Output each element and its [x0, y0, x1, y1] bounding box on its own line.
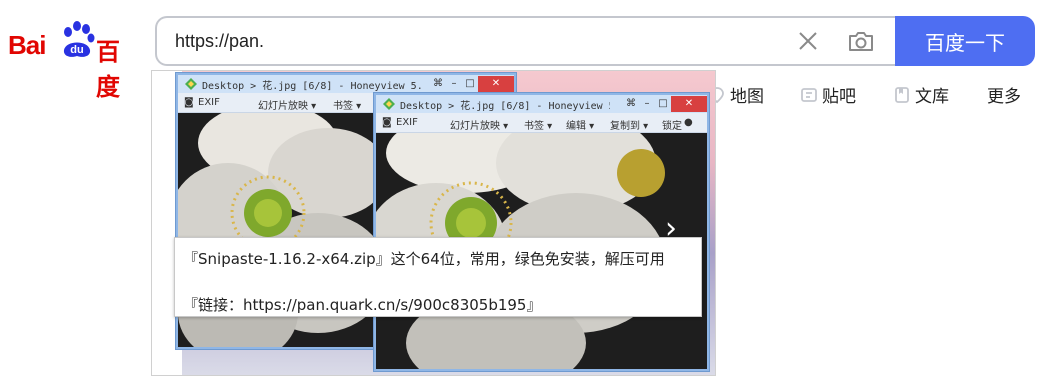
search-box: [155, 16, 897, 66]
toolbar-lock[interactable]: 锁定: [662, 117, 682, 132]
toolbar-exif[interactable]: EXIF: [396, 117, 418, 128]
nav-link-map[interactable]: 地图: [708, 82, 764, 107]
minimize-button[interactable]: –: [446, 76, 462, 92]
camera-small-icon: ◙: [382, 117, 392, 128]
toolbar-bookmark[interactable]: 书签 ▾: [333, 97, 361, 112]
search-input[interactable]: [175, 18, 735, 64]
close-button[interactable]: ✕: [478, 76, 514, 92]
app-icon: [185, 78, 197, 90]
nav-label-tieba: 贴吧: [822, 87, 856, 107]
nav-link-tieba[interactable]: 贴吧: [800, 82, 856, 107]
nav-label-map: 地图: [730, 87, 764, 107]
window-toolbar: ◙ EXIF 幻灯片放映 ▾ 书签 ▾ 编辑 ▾ 复制到 ▾ 锁定 ●: [376, 113, 707, 133]
window-title: Desktop > 花.jpg [6/8] - Honeyview 5.5...: [400, 101, 610, 112]
pin-icon[interactable]: ⌘: [623, 96, 639, 112]
caption-line-2: 『链接：https://pan.quark.cn/s/900c8305b195』: [183, 296, 542, 314]
close-button[interactable]: ✕: [671, 96, 707, 112]
toolbar-copy-to[interactable]: 复制到 ▾: [610, 117, 648, 132]
clear-icon[interactable]: [797, 30, 819, 52]
toolbar-slideshow[interactable]: 幻灯片放映 ▾: [258, 97, 316, 112]
nav-label-wenku: 文库: [915, 87, 949, 107]
app-icon: [383, 98, 395, 110]
baidu-logo[interactable]: Bai du 百度: [8, 20, 138, 101]
nav-label-more: 更多: [987, 87, 1021, 107]
check-icon: ●: [684, 117, 693, 128]
suggestion-image-overlay: Desktop > 花.jpg [6/8] - Honeyview 5.5...…: [151, 70, 716, 376]
logo-text-bai: Bai: [8, 30, 46, 60]
search-button[interactable]: 百度一下: [895, 16, 1035, 66]
nav-link-more[interactable]: 更多: [987, 82, 1021, 107]
camera-small-icon: ◙: [184, 97, 194, 108]
viewer-window-front: Desktop > 花.jpg [6/8] - Honeyview 5.5...…: [374, 93, 709, 371]
tieba-icon: [801, 87, 817, 102]
window-titlebar: Desktop > 花.jpg [6/8] - Honeyview 5.5...…: [376, 95, 707, 113]
toolbar-bookmark[interactable]: 书签 ▾: [524, 117, 552, 132]
window-titlebar: Desktop > 花.jpg [6/8] - Honeyview 5.5...…: [178, 75, 514, 93]
caption-line-1: 『Snipaste-1.16.2-x64.zip』这个64位，常用，绿色免安装，…: [183, 250, 665, 268]
camera-icon[interactable]: [847, 29, 875, 53]
window-title: Desktop > 花.jpg [6/8] - Honeyview 5.5...: [202, 81, 422, 92]
pin-icon[interactable]: ⌘: [430, 76, 446, 92]
paw-icon: du: [63, 21, 95, 57]
toolbar-slideshow[interactable]: 幻灯片放映 ▾: [450, 117, 508, 132]
logo-text-cn: 百度: [96, 39, 120, 101]
suggestion-caption[interactable]: 『Snipaste-1.16.2-x64.zip』这个64位，常用，绿色免安装，…: [174, 237, 702, 317]
toolbar-exif[interactable]: EXIF: [198, 97, 220, 108]
maximize-button[interactable]: □: [655, 96, 671, 112]
maximize-button[interactable]: □: [462, 76, 478, 92]
toolbar-edit[interactable]: 编辑 ▾: [566, 117, 594, 132]
svg-text:du: du: [70, 44, 83, 56]
minimize-button[interactable]: –: [639, 96, 655, 112]
wenku-icon: [895, 86, 909, 103]
nav-link-wenku[interactable]: 文库: [893, 82, 949, 107]
